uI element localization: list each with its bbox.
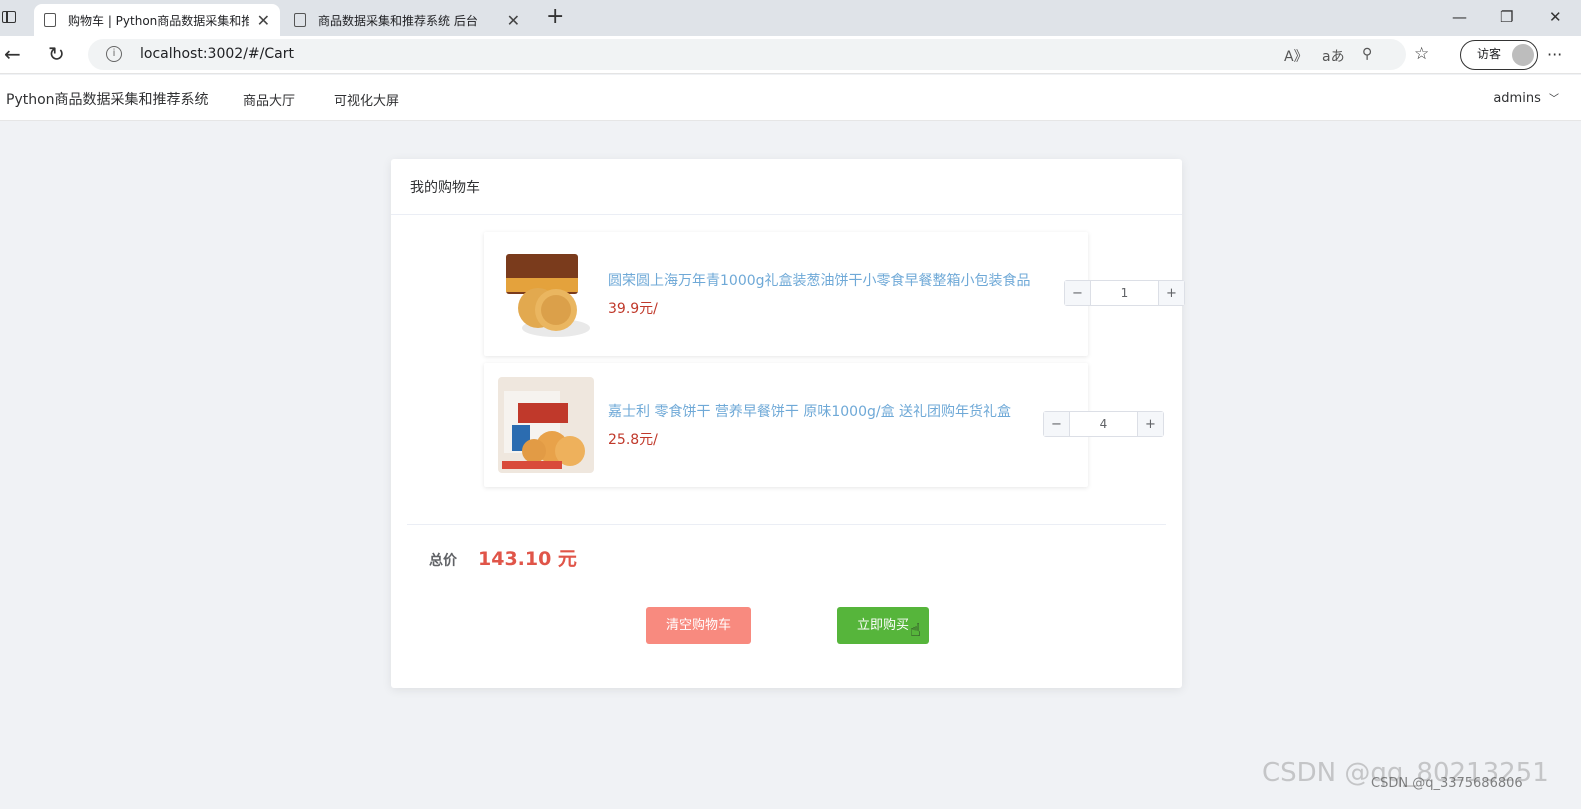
increase-quantity-button[interactable]: + — [1137, 412, 1163, 436]
guest-label: 访客 — [1477, 47, 1502, 61]
tab-title: 商品数据采集和推荐系统 后台 — [318, 13, 478, 28]
decrease-quantity-button[interactable]: − — [1065, 281, 1091, 305]
nav-dashboard[interactable]: 可视化大屏 — [334, 90, 399, 109]
close-tab-icon[interactable]: ✕ — [257, 11, 270, 30]
close-window-icon[interactable]: ✕ — [1549, 8, 1562, 26]
url-text[interactable]: localhost:3002/#/Cart — [140, 46, 294, 62]
quantity-stepper[interactable]: − 1 + — [1064, 280, 1185, 306]
translate-icon[interactable]: aあ — [1322, 46, 1345, 66]
new-tab-button[interactable]: + — [546, 4, 564, 29]
restore-icon[interactable]: ❐ — [1500, 8, 1513, 26]
avatar — [1512, 44, 1534, 66]
tab-title: 购物车 | Python商品数据采集和推 — [68, 13, 249, 28]
page-icon — [294, 13, 306, 27]
decrease-quantity-button[interactable]: − — [1044, 412, 1070, 436]
brand-title[interactable]: Python商品数据采集和推荐系统 — [6, 89, 209, 109]
quantity-stepper[interactable]: − 4 + — [1043, 411, 1164, 437]
hand-cursor-icon: ☝ — [910, 620, 921, 641]
product-image[interactable] — [498, 246, 594, 342]
quantity-value[interactable]: 1 — [1091, 281, 1158, 305]
cart-item: 圆荣圆上海万年青1000g礼盒装葱油饼干小零食早餐整箱小包装食品 39.9元/ — [484, 232, 1088, 356]
minimize-icon[interactable]: — — [1452, 8, 1467, 26]
reload-icon[interactable]: ↻ — [48, 42, 65, 66]
browser-tab-cart[interactable]: 购物车 | Python商品数据采集和推 ✕ — [34, 4, 280, 36]
browser-tab-admin[interactable]: 商品数据采集和推荐系统 后台 ✕ — [284, 4, 530, 36]
username: admins — [1493, 91, 1541, 106]
product-name[interactable]: 圆荣圆上海万年青1000g礼盒装葱油饼干小零食早餐整箱小包装食品 — [608, 270, 1031, 290]
favorites-icon[interactable]: ☆ — [1414, 44, 1429, 64]
app-header: Python商品数据采集和推荐系统 商品大厅 可视化大屏 admins ﹀ — [0, 75, 1581, 121]
close-tab-icon[interactable]: ✕ — [507, 11, 520, 30]
back-icon[interactable]: ← — [4, 42, 21, 66]
cart-item: 嘉士利 零食饼干 营养早餐饼干 原味1000g/盒 送礼团购年货礼盒 25.8元… — [484, 363, 1088, 487]
cart-card: 我的购物车 圆荣圆上海万年青1000g礼盒装葱油饼干小零食早餐整箱小包装食品 3… — [391, 159, 1185, 688]
total-price: 143.10 元 — [478, 548, 577, 570]
guest-profile-button[interactable]: 访客 — [1460, 40, 1538, 70]
nav-product-hall[interactable]: 商品大厅 — [243, 90, 295, 109]
page-icon — [44, 13, 56, 27]
product-price: 25.8元/ — [608, 432, 658, 448]
sidebar-toggle-icon[interactable] — [2, 11, 16, 23]
cart-title: 我的购物车 — [391, 159, 1182, 215]
site-info-icon[interactable]: i — [106, 46, 122, 62]
product-name[interactable]: 嘉士利 零食饼干 营养早餐饼干 原味1000g/盒 送礼团购年货礼盒 — [608, 401, 1011, 421]
divider — [407, 524, 1166, 525]
zoom-icon[interactable]: ⚲ — [1362, 46, 1372, 62]
url-field[interactable]: i localhost:3002/#/Cart A》 aあ ⚲ — [88, 39, 1406, 70]
total-label: 总价 — [429, 553, 457, 569]
chevron-down-icon: ﹀ — [1549, 94, 1559, 105]
product-price: 39.9元/ — [608, 301, 658, 317]
read-aloud-icon[interactable]: A》 — [1284, 46, 1308, 66]
quantity-value[interactable]: 4 — [1070, 412, 1137, 436]
browser-tab-bar: 购物车 | Python商品数据采集和推 ✕ 商品数据采集和推荐系统 后台 ✕ … — [0, 0, 1581, 36]
clear-cart-button[interactable]: 清空购物车 — [646, 607, 751, 644]
address-bar: ← ↻ i localhost:3002/#/Cart A》 aあ ⚲ ☆ 访客… — [0, 36, 1581, 74]
user-menu[interactable]: admins ﹀ — [1493, 90, 1559, 106]
product-image[interactable] — [498, 377, 594, 473]
watermark: CSDN @q_3375686806 — [1371, 776, 1523, 791]
more-options-icon[interactable]: ··· — [1547, 45, 1562, 64]
increase-quantity-button[interactable]: + — [1158, 281, 1184, 305]
